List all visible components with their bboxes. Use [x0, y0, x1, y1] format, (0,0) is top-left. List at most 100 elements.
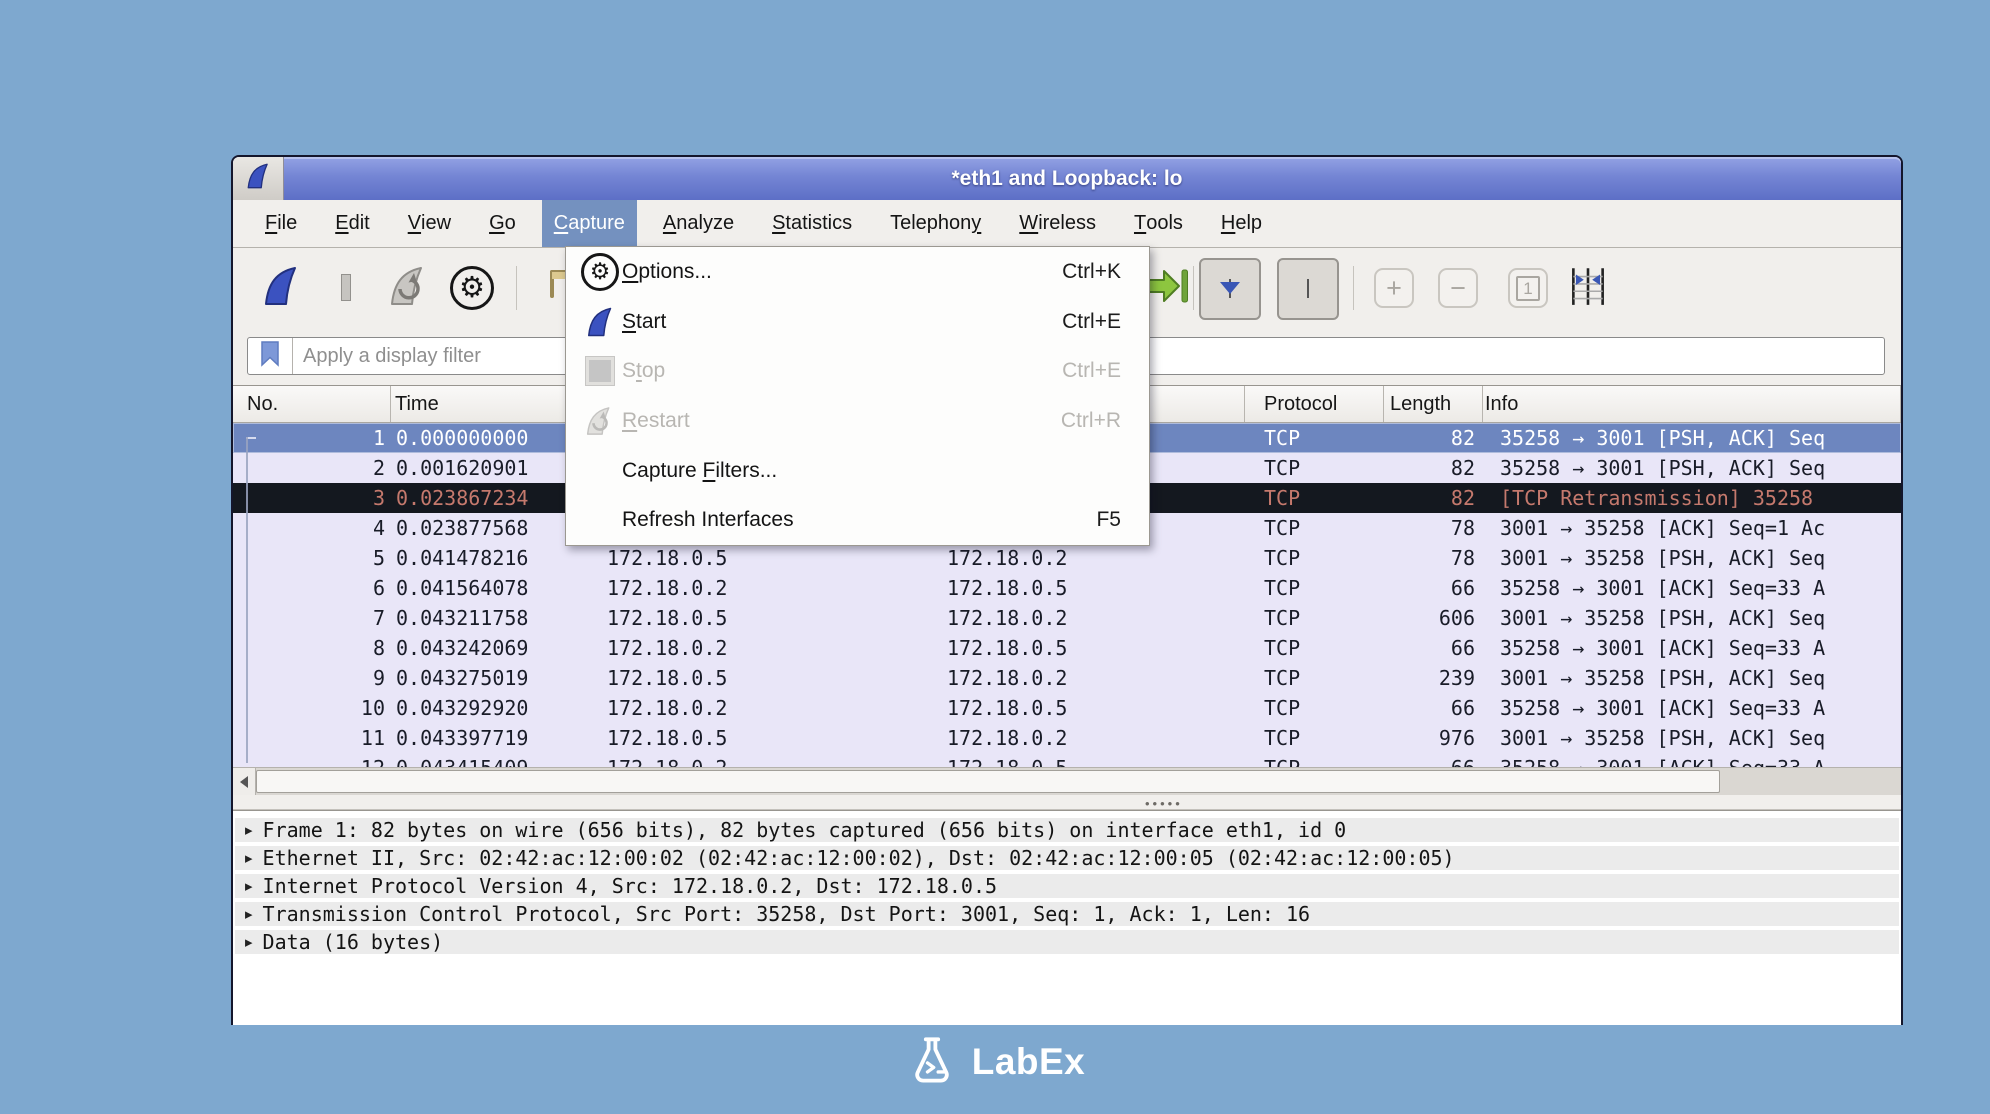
normal-size-button[interactable]: 1	[1505, 262, 1551, 314]
arrow-bar-green-icon	[1145, 265, 1191, 312]
packet-row-12[interactable]: 120.043415409172.18.0.2172.18.0.5TCP6635…	[233, 753, 1901, 767]
cell-len: 66	[1384, 753, 1483, 767]
scroll-left-arrow[interactable]	[233, 768, 256, 795]
one-icon: 1	[1508, 268, 1548, 308]
fin-blue-icon	[578, 305, 622, 339]
menu-item-shortcut: Ctrl+E	[1062, 359, 1121, 383]
menubar: File Edit View Go Capture Analyze Statistics Te…	[233, 200, 1901, 248]
packet-row-10[interactable]: 100.043292920172.18.0.2172.18.0.5TCP6635…	[233, 693, 1901, 723]
menubar-item-analyze[interactable]: Analyze	[651, 200, 746, 247]
auto-scroll-toggle-button[interactable]	[1199, 258, 1261, 320]
detail-text: Ethernet II, Src: 02:42:ac:12:00:02 (02:…	[263, 846, 1455, 870]
capture-options-button[interactable]: ⚙	[449, 262, 495, 314]
stop-square-icon	[342, 279, 350, 297]
menubar-item-edit[interactable]: Edit	[323, 200, 381, 247]
minus-icon: −	[1438, 268, 1478, 308]
menubar-item-file[interactable]: File	[253, 200, 309, 247]
menubar-item-help[interactable]: Help	[1209, 200, 1274, 247]
cell-len: 239	[1384, 663, 1483, 693]
menubar-item-wireless[interactable]: Wireless	[1007, 200, 1108, 247]
cell-info: 35258 → 3001 [ACK] Seq=33 A	[1483, 633, 1901, 663]
capture-menu-popup: ⚙Options...Ctrl+KStartCtrl+EStopCtrl+ERe…	[565, 246, 1150, 546]
toolbar-separator	[1193, 266, 1194, 310]
detail-line[interactable]: ▸ Ethernet II, Src: 02:42:ac:12:00:02 (02…	[235, 846, 1899, 870]
stop-capture-button[interactable]	[323, 262, 369, 314]
menu-item-shortcut: Ctrl+K	[1062, 260, 1121, 284]
cell-len: 976	[1384, 723, 1483, 753]
filter-bookmark-button[interactable]	[248, 338, 293, 374]
start-capture-button[interactable]	[258, 262, 304, 314]
zoom-in-button[interactable]: +	[1371, 262, 1417, 314]
cell-dst: 172.18.0.2	[913, 603, 1245, 633]
cell-no: 8	[233, 633, 391, 663]
cell-no: 6	[233, 573, 391, 603]
resize-columns-button[interactable]	[1565, 262, 1611, 314]
cell-dst: 172.18.0.5	[913, 633, 1245, 663]
column-header-time[interactable]: Time	[391, 386, 573, 422]
stop-square-icon	[578, 357, 622, 385]
detail-line[interactable]: ▸Transmission Control Protocol, Src Port…	[235, 902, 1899, 926]
cell-src: 172.18.0.2	[573, 753, 913, 767]
packet-row-9[interactable]: 90.043275019172.18.0.5172.18.0.2TCP23930…	[233, 663, 1901, 693]
menubar-item-go[interactable]: Go	[477, 200, 528, 247]
detail-line[interactable]: ▸Internet Protocol Version 4, Src: 172.1…	[235, 874, 1899, 898]
cell-len: 78	[1384, 543, 1483, 573]
menubar-item-statistics[interactable]: Statistics	[760, 200, 864, 247]
zoom-out-button[interactable]: −	[1435, 262, 1481, 314]
capture-menu-item-start[interactable]: StartCtrl+E	[566, 297, 1149, 347]
capture-menu-item-options[interactable]: ⚙Options...Ctrl+K	[566, 247, 1149, 297]
expand-triangle-icon[interactable]: ▸	[245, 849, 253, 867]
cell-dst: 172.18.0.2	[913, 543, 1245, 573]
cell-src: 172.18.0.5	[573, 603, 913, 633]
cell-no: 10	[233, 693, 391, 723]
labex-brand-text: LabEx	[972, 1041, 1086, 1083]
column-header-info[interactable]: Info	[1483, 386, 1901, 422]
toolbar-separator	[516, 266, 517, 310]
restart-capture-button[interactable]	[386, 262, 432, 314]
cell-info: 35258 → 3001 [ACK] Seq=33 A	[1483, 753, 1901, 767]
cell-len: 82	[1384, 483, 1483, 513]
column-header-no[interactable]: No.	[233, 386, 391, 422]
cell-no: 11	[233, 723, 391, 753]
toolbar-separator	[1353, 266, 1354, 310]
column-header-length[interactable]: Length	[1384, 386, 1483, 422]
capture-menu-item-restart: RestartCtrl+R	[566, 396, 1149, 446]
expand-triangle-icon[interactable]: ▸	[245, 933, 253, 951]
horizontal-scrollbar[interactable]	[233, 767, 1901, 795]
folder-icon	[550, 279, 554, 297]
scrollbar-thumb[interactable]	[256, 770, 1720, 793]
packet-row-11[interactable]: 110.043397719172.18.0.5172.18.0.2TCP9763…	[233, 723, 1901, 753]
cell-time: 0.043275019	[391, 663, 573, 693]
expand-triangle-icon[interactable]: ▸	[245, 905, 253, 923]
menu-item-label: Refresh Interfaces	[622, 508, 794, 532]
menubar-item-telephony[interactable]: Telephony	[878, 200, 993, 247]
menu-item-shortcut: F5	[1096, 508, 1121, 532]
cell-proto: TCP	[1245, 573, 1384, 603]
capture-menu-item-stop: StopCtrl+E	[566, 346, 1149, 396]
pane-splitter[interactable]: •••••	[233, 795, 1901, 810]
go-to-last-packet-button[interactable]	[1145, 262, 1191, 314]
menubar-item-tools[interactable]: Tools	[1122, 200, 1195, 247]
colorize-toggle-button[interactable]	[1277, 258, 1339, 320]
detail-line[interactable]: ▸Data (16 bytes)	[235, 930, 1899, 954]
menubar-item-capture[interactable]: Capture	[542, 200, 637, 247]
cell-src: 172.18.0.5	[573, 723, 913, 753]
gear-icon: ⚙	[450, 266, 494, 310]
cell-no: 3	[233, 483, 391, 513]
detail-line[interactable]: ▸Frame 1: 82 bytes on wire (656 bits), 8…	[235, 818, 1899, 842]
cell-time: 0.043242069	[391, 633, 573, 663]
packet-row-6[interactable]: 60.041564078172.18.0.2172.18.0.5TCP66352…	[233, 573, 1901, 603]
expand-triangle-icon[interactable]: ▸	[245, 877, 253, 895]
cell-proto: TCP	[1245, 753, 1384, 767]
menubar-item-view[interactable]: View	[396, 200, 463, 247]
column-header-protocol[interactable]: Protocol	[1245, 386, 1384, 422]
packet-row-5[interactable]: 50.041478216172.18.0.5172.18.0.2TCP78300…	[233, 543, 1901, 573]
plus-icon: +	[1374, 268, 1414, 308]
packet-row-8[interactable]: 80.043242069172.18.0.2172.18.0.5TCP66352…	[233, 633, 1901, 663]
packet-row-7[interactable]: 70.043211758172.18.0.5172.18.0.2TCP60630…	[233, 603, 1901, 633]
fin-restart-icon	[578, 404, 622, 438]
capture-menu-item-capture-filters[interactable]: Capture Filters...	[566, 446, 1149, 496]
titlebar[interactable]: *eth1 and Loopback: lo	[233, 157, 1901, 200]
capture-menu-item-refresh-interfaces[interactable]: Refresh Interfaces F5	[566, 495, 1149, 545]
expand-triangle-icon[interactable]: ▸	[245, 821, 253, 839]
